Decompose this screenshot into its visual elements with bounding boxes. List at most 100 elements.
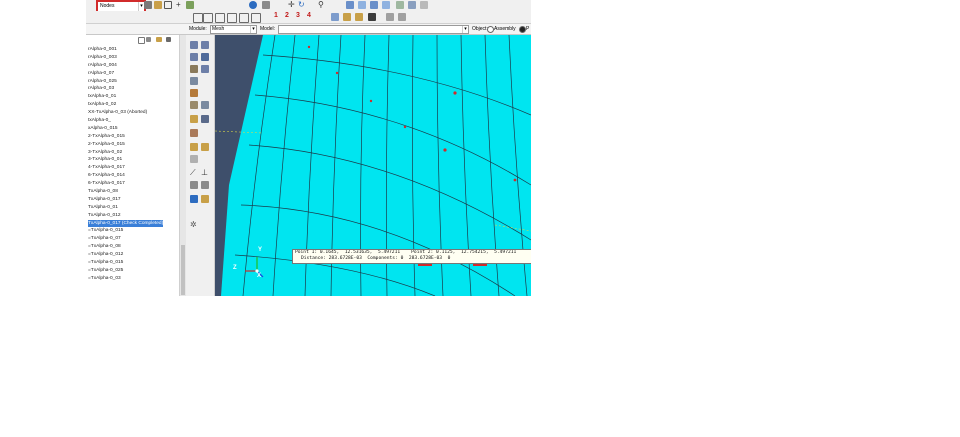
- select-icon[interactable]: [144, 1, 152, 9]
- box-select-icon[interactable]: [164, 1, 172, 9]
- tree-item[interactable]: txAlpha-0_: [88, 117, 163, 125]
- step-2[interactable]: 2: [285, 12, 289, 19]
- chevron-down-icon[interactable]: ▾: [462, 26, 468, 33]
- shade-icon[interactable]: [408, 1, 416, 9]
- plane-icon[interactable]: [190, 181, 198, 189]
- virtual-topology-icon[interactable]: [190, 115, 198, 123]
- tree-item[interactable]: rAlpha-0_001: [88, 46, 163, 54]
- tree-item[interactable]: XX-TxAlpha-0_03 (Aborted): [88, 109, 163, 117]
- tree-item[interactable]: =TxAlpha-0_015: [88, 227, 163, 235]
- mesh-tool-icon[interactable]: [154, 1, 162, 9]
- tree-item[interactable]: TxAlpha-0_012: [88, 212, 163, 220]
- axis-icon[interactable]: ⟋: [190, 169, 198, 177]
- tree-item[interactable]: =TxAlpha-0_07: [88, 235, 163, 243]
- seed-part-icon[interactable]: [190, 41, 198, 49]
- tree-item[interactable]: TxAlpha-0_017 (Check Completed): [88, 219, 164, 228]
- reset-icon[interactable]: [386, 13, 394, 21]
- view-2-icon[interactable]: [203, 13, 213, 23]
- partition-face-icon[interactable]: [190, 143, 198, 151]
- tree-item[interactable]: txAlpha-0_01: [88, 93, 163, 101]
- mesh-controls-icon[interactable]: [190, 65, 198, 73]
- mesh-part-icon[interactable]: [190, 53, 198, 61]
- model-select[interactable]: ▾: [278, 25, 469, 34]
- tree-item[interactable]: 3-TxAlpha-0_01: [88, 156, 163, 164]
- view-4-icon[interactable]: [227, 13, 237, 23]
- tree-item[interactable]: TxAlpha-0_017: [88, 196, 163, 204]
- color-code-2-icon[interactable]: [355, 13, 363, 21]
- tree-item[interactable]: rAlpha-0_025: [88, 78, 163, 86]
- tree-item[interactable]: =TxAlpha-0_015: [88, 259, 163, 267]
- view-side-icon[interactable]: [370, 1, 378, 9]
- assembly-radio[interactable]: [487, 26, 494, 33]
- render-icon[interactable]: [396, 1, 404, 9]
- partition-cell-icon[interactable]: [201, 143, 209, 151]
- view-1-icon[interactable]: [193, 13, 203, 23]
- edit-mesh-icon[interactable]: [201, 115, 209, 123]
- step-4[interactable]: 4: [307, 12, 311, 19]
- tree-item[interactable]: rAlpha-0_07: [88, 70, 163, 78]
- triad-icon[interactable]: ⊥: [201, 169, 209, 177]
- image-icon[interactable]: [186, 1, 194, 9]
- filter-icon[interactable]: [138, 37, 145, 44]
- seed-edge-icon[interactable]: [201, 41, 209, 49]
- view-3-icon[interactable]: [215, 13, 225, 23]
- rotate-icon[interactable]: ↻: [298, 1, 306, 9]
- expand-icon[interactable]: [146, 37, 151, 42]
- gear-icon[interactable]: ✲: [190, 221, 198, 229]
- extra-icon[interactable]: [398, 13, 406, 21]
- tree-item[interactable]: rAlpha-0_004: [88, 62, 163, 70]
- verify-icon[interactable]: [190, 77, 198, 85]
- view-6-icon[interactable]: [251, 13, 261, 23]
- scrollbar-thumb[interactable]: [181, 245, 185, 295]
- wire-icon[interactable]: [420, 1, 428, 9]
- tools-icon[interactable]: [190, 195, 198, 203]
- tree-item[interactable]: txAlpha-0_02: [88, 101, 163, 109]
- tree-item[interactable]: 6-TxAlpha-0_017: [88, 180, 163, 188]
- folder-icon[interactable]: [156, 37, 162, 42]
- query-icon[interactable]: [249, 1, 257, 9]
- partition-icon[interactable]: [190, 101, 198, 109]
- element-type-icon[interactable]: [201, 65, 209, 73]
- tree-item[interactable]: rAlpha-0_03: [88, 85, 163, 93]
- arrow-icon[interactable]: [166, 37, 171, 42]
- mesh-region-icon[interactable]: [201, 53, 209, 61]
- view-5-icon[interactable]: [239, 13, 249, 23]
- datum-icon[interactable]: [201, 101, 209, 109]
- view-front-icon[interactable]: [358, 1, 366, 9]
- tree-item[interactable]: 6-TxAlpha-0_014: [88, 172, 163, 180]
- tools-2-icon[interactable]: [201, 195, 209, 203]
- tree-item[interactable]: 2-TxAlpha-0_015: [88, 141, 163, 149]
- tree-scrollbar[interactable]: [179, 35, 186, 296]
- stack-icon[interactable]: [190, 89, 198, 97]
- tree-item[interactable]: =TxAlpha-0_012: [88, 251, 163, 259]
- tree-item[interactable]: 2-TxAlpha-0_015: [88, 133, 163, 141]
- tree-item[interactable]: =TxAlpha-0_03: [88, 275, 163, 283]
- chevron-down-icon[interactable]: ▾: [250, 26, 256, 33]
- add-icon[interactable]: +: [176, 1, 184, 9]
- mesh-toolbox: ⟋ ⊥ ✲: [186, 35, 215, 296]
- display-group-icon[interactable]: [331, 13, 339, 21]
- tree-item[interactable]: 3-TxAlpha-0_02: [88, 149, 163, 157]
- pan-icon[interactable]: ✛: [288, 1, 296, 9]
- view-iso-icon[interactable]: [346, 1, 354, 9]
- zoom-icon[interactable]: ⚲: [318, 1, 326, 9]
- tree-item[interactable]: TxAlpha-0_08: [88, 188, 163, 196]
- step-1[interactable]: 1: [274, 12, 278, 19]
- step-3[interactable]: 3: [296, 12, 300, 19]
- tree-item[interactable]: xAlpha-0_015: [88, 125, 163, 133]
- graphics-viewport[interactable]: Y Z X Point 1: 0.1645, 12.531635, 5.4972…: [215, 35, 531, 296]
- color-code-icon[interactable]: [343, 13, 351, 21]
- view-top-icon[interactable]: [382, 1, 390, 9]
- module-select[interactable]: Mesh ▾: [210, 25, 257, 34]
- tree-item[interactable]: =TxAlpha-0_08: [88, 243, 163, 251]
- create-datum-icon[interactable]: [190, 155, 198, 163]
- partition-edge-icon[interactable]: [190, 129, 198, 137]
- tree-item[interactable]: 4-TxAlpha-0_017: [88, 164, 163, 172]
- cursor-icon[interactable]: [368, 13, 376, 21]
- print-icon[interactable]: [262, 1, 270, 9]
- part-radio[interactable]: [519, 26, 526, 33]
- tree-item[interactable]: =TxAlpha-0_025: [88, 267, 163, 275]
- tree-item[interactable]: rAlpha-0_003: [88, 54, 163, 62]
- csys-icon[interactable]: [201, 181, 209, 189]
- tree-item[interactable]: TxAlpha-0_01: [88, 204, 163, 212]
